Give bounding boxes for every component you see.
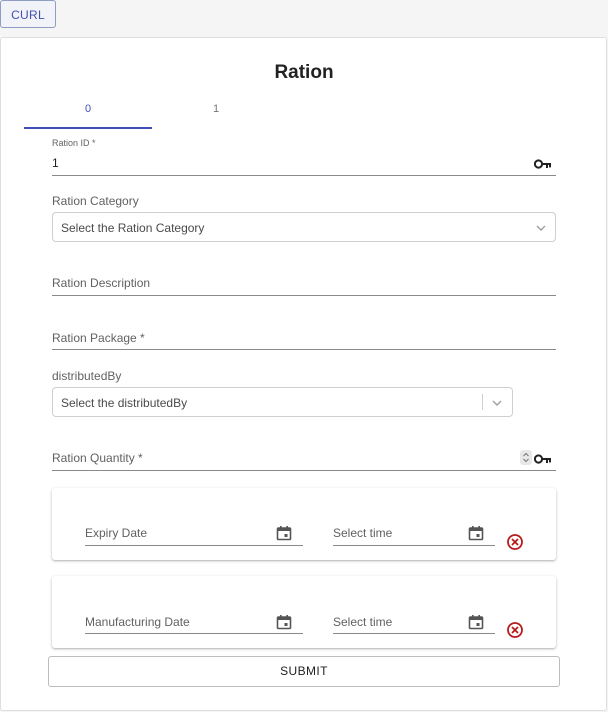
calendar-icon[interactable]: [276, 525, 292, 541]
manufacturing-time-input[interactable]: [333, 633, 495, 634]
tab-0[interactable]: 0: [24, 98, 152, 130]
curl-button[interactable]: CURL: [0, 0, 56, 28]
select-separator: [482, 394, 483, 410]
ration-category-placeholder: Select the Ration Category: [61, 221, 205, 235]
ration-category-select[interactable]: Select the Ration Category: [52, 212, 556, 242]
distributed-by-select[interactable]: Select the distributedBy: [52, 387, 513, 417]
tab-indicator: [24, 127, 152, 129]
quantity-stepper[interactable]: [520, 450, 532, 465]
ration-id-input[interactable]: 1: [52, 156, 59, 170]
calendar-icon[interactable]: [468, 614, 484, 630]
manufacturing-date-input[interactable]: [85, 633, 303, 634]
key-icon: [534, 159, 551, 169]
chevron-down-icon: [536, 225, 546, 231]
manufacturing-date-card: Manufacturing Date Select time: [52, 576, 556, 648]
page-title: Ration: [274, 62, 334, 83]
distributed-by-label: distributedBy: [52, 369, 122, 383]
ration-description-input[interactable]: [52, 295, 556, 296]
expiry-date-label: Expiry Date: [85, 526, 148, 540]
distributed-by-placeholder: Select the distributedBy: [61, 396, 188, 410]
ration-category-label: Ration Category: [52, 194, 139, 208]
ration-description-label: Ration Description: [52, 276, 151, 290]
expiry-time-input[interactable]: [333, 545, 495, 546]
expiry-date-input[interactable]: [85, 545, 303, 546]
ration-package-input[interactable]: [52, 349, 556, 350]
submit-button[interactable]: SUBMIT: [48, 656, 560, 687]
chevron-down-icon: [492, 400, 502, 406]
expiry-date-card: Expiry Date Select time: [52, 488, 556, 560]
top-bar: CURL: [0, 0, 608, 37]
calendar-icon[interactable]: [468, 525, 484, 541]
ration-id-underline: [52, 175, 556, 176]
ration-id-label: Ration ID *: [52, 138, 96, 148]
manufacturing-time-label: Select time: [333, 615, 393, 629]
ration-package-label: Ration Package *: [52, 331, 145, 345]
key-icon: [534, 454, 551, 464]
clear-icon[interactable]: [506, 533, 524, 551]
manufacturing-date-label: Manufacturing Date: [85, 615, 190, 629]
ration-quantity-label: Ration Quantity *: [52, 451, 143, 465]
tab-1[interactable]: 1: [152, 98, 280, 130]
expiry-time-label: Select time: [333, 526, 393, 540]
stepper-arrows-icon: [523, 452, 529, 463]
ration-quantity-input[interactable]: [52, 470, 556, 471]
calendar-icon[interactable]: [276, 614, 292, 630]
clear-icon[interactable]: [506, 621, 524, 639]
